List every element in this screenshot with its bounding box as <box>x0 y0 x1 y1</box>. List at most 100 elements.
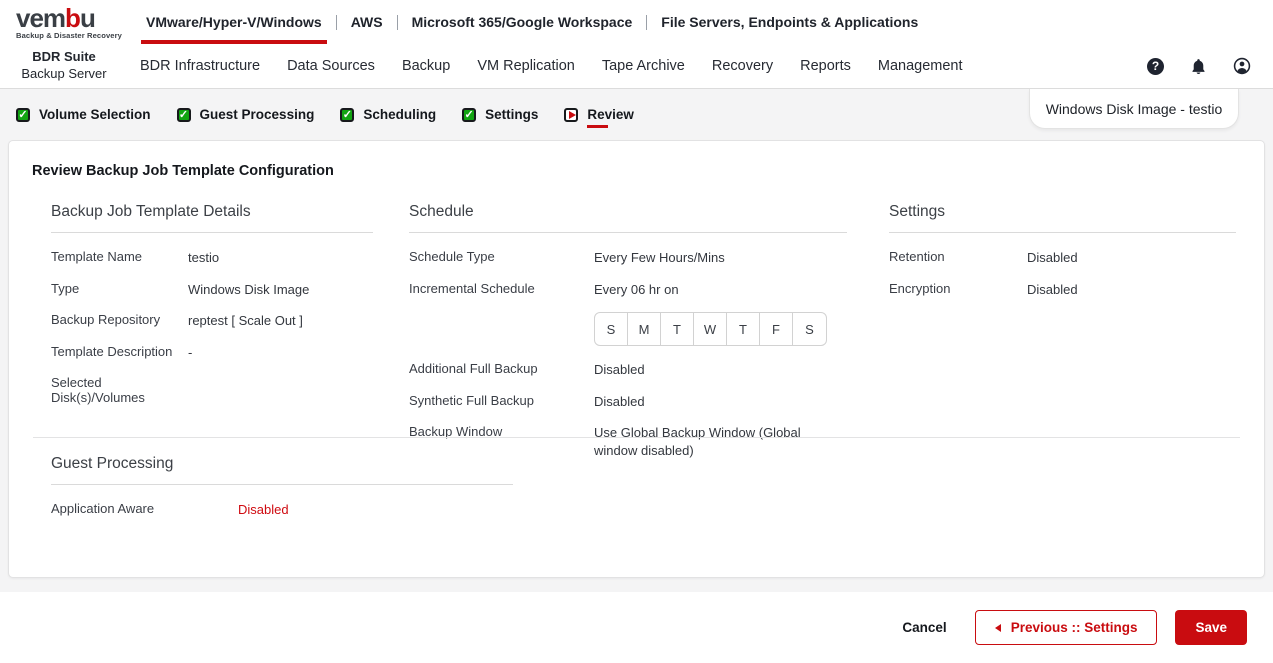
top-header: vembu Backup & Disaster Recovery VMware/… <box>0 0 1273 44</box>
product-category-nav: VMware/Hyper-V/Windows AWS Microsoft 365… <box>141 0 918 44</box>
detail-row-type: Type Windows Disk Image <box>51 281 373 299</box>
logo-tagline: Backup & Disaster Recovery <box>16 30 123 40</box>
step-scheduling[interactable]: Scheduling <box>340 107 436 122</box>
section-heading: Guest Processing <box>51 455 513 485</box>
content-band: Volume Selection Guest Processing Schedu… <box>0 89 1273 592</box>
field-label: Encryption <box>889 280 951 296</box>
field-value: Disabled <box>1027 250 1078 265</box>
review-columns: Backup Job Template Details Template Nam… <box>9 203 1264 458</box>
nav-bdr-infrastructure[interactable]: BDR Infrastructure <box>140 58 260 74</box>
day-friday: F <box>760 313 793 346</box>
field-value-disabled: Disabled <box>238 502 289 517</box>
logo-text: u <box>79 2 96 33</box>
guest-row-application-aware: Application Aware Disabled <box>51 501 513 519</box>
schedule-row-synthetic-full-backup: Synthetic Full Backup Disabled <box>409 393 847 411</box>
step-review[interactable]: Review <box>564 107 634 128</box>
day-sunday: S <box>595 313 628 346</box>
step-volume-selection[interactable]: Volume Selection <box>16 107 151 122</box>
detail-row-selected-disks-volumes: Selected Disk(s)/Volumes <box>51 375 373 405</box>
step-settings[interactable]: Settings <box>462 107 538 122</box>
field-label: Incremental Schedule <box>409 280 535 296</box>
section-schedule: Schedule Schedule Type Every Few Hours/M… <box>409 203 847 473</box>
step-guest-processing[interactable]: Guest Processing <box>176 107 314 122</box>
field-label: Type <box>51 280 80 296</box>
nav-tape-archive[interactable]: Tape Archive <box>602 58 685 74</box>
play-icon <box>564 107 579 122</box>
field-value: Windows Disk Image <box>188 281 310 297</box>
nav-vm-replication[interactable]: VM Replication <box>477 58 575 74</box>
settings-row-encryption: Encryption Disabled <box>889 281 1236 299</box>
detail-row-template-name: Template Name testio <box>51 249 373 267</box>
header-icons <box>1147 57 1251 75</box>
review-card: Review Backup Job Template Configuration… <box>8 140 1265 578</box>
field-label: Retention <box>889 249 945 264</box>
page-title: Review Backup Job Template Configuration <box>32 163 334 179</box>
top-nav-file-servers-endpoints-applications[interactable]: File Servers, Endpoints & Applications <box>661 0 918 44</box>
step-label: Review <box>587 107 634 128</box>
previous-settings-button[interactable]: Previous :: Settings <box>974 610 1158 645</box>
settings-row-retention: Retention Disabled <box>889 249 1236 267</box>
nav-backup[interactable]: Backup <box>402 58 450 74</box>
field-label: Template Name <box>51 249 143 264</box>
top-nav-vmware-hyperv-windows[interactable]: VMware/Hyper-V/Windows <box>141 0 327 44</box>
day-wednesday: W <box>694 313 727 346</box>
checkmark-icon <box>340 107 355 122</box>
schedule-row-type: Schedule Type Every Few Hours/Mins <box>409 249 847 267</box>
vembu-wordmark: vembu <box>16 5 134 31</box>
field-label: Backup Repository <box>51 312 161 328</box>
nav-separator <box>335 14 337 30</box>
field-value: Use Global Backup Window (Global window … <box>594 425 801 458</box>
nav-management[interactable]: Management <box>878 58 963 74</box>
footer-actions: Cancel Previous :: Settings Save <box>0 592 1273 663</box>
field-value: Disabled <box>1027 281 1078 297</box>
checkmark-icon <box>16 107 30 122</box>
section-settings: Settings Retention Disabled Encryption D… <box>889 203 1236 312</box>
nav-recovery[interactable]: Recovery <box>712 58 773 74</box>
previous-arrow-icon <box>994 623 1001 632</box>
notifications-bell-icon[interactable] <box>1190 58 1207 75</box>
step-label: Settings <box>485 107 539 122</box>
product-name[interactable]: BDR Suite Backup Server <box>16 49 112 83</box>
field-value: Every Few Hours/Mins <box>594 250 725 265</box>
week-days-strip: S M T W T F S <box>594 312 827 347</box>
product-suite-label: BDR Suite <box>32 49 96 65</box>
checkmark-icon <box>176 107 191 122</box>
field-value: - <box>188 344 193 360</box>
field-label: Additional Full Backup <box>409 361 538 377</box>
schedule-row-additional-full-backup: Additional Full Backup Disabled <box>409 361 847 379</box>
day-saturday: S <box>805 321 814 337</box>
main-nav: BDR Infrastructure Data Sources Backup V… <box>140 58 963 74</box>
save-button[interactable]: Save <box>1175 610 1247 645</box>
field-value: Disabled <box>594 362 645 378</box>
nav-data-sources[interactable]: Data Sources <box>287 58 375 74</box>
vembu-logo[interactable]: vembu Backup & Disaster Recovery <box>16 5 134 40</box>
previous-button-label: Previous :: Settings <box>1010 620 1138 635</box>
field-value: testio <box>188 250 220 265</box>
section-heading: Backup Job Template Details <box>51 203 373 233</box>
field-value: reptest [ Scale Out ] <box>188 313 303 329</box>
field-label: Synthetic Full Backup <box>409 392 535 408</box>
day-monday: M <box>628 313 661 346</box>
section-heading: Settings <box>889 203 1236 233</box>
field-label: Template Description <box>51 343 173 359</box>
user-account-icon[interactable] <box>1233 57 1251 75</box>
wizard-steps: Volume Selection Guest Processing Schedu… <box>8 89 1265 140</box>
detail-row-backup-repository: Backup Repository reptest [ Scale Out ] <box>51 312 373 330</box>
job-tab-label: Windows Disk Image - testio <box>1045 100 1223 117</box>
page-root: vembu Backup & Disaster Recovery VMware/… <box>0 0 1273 663</box>
main-header: BDR Suite Backup Server BDR Infrastructu… <box>0 44 1273 89</box>
field-label: Selected Disk(s)/Volumes <box>51 375 145 406</box>
nav-reports[interactable]: Reports <box>800 58 851 74</box>
job-tab[interactable]: Windows Disk Image - testio <box>1029 89 1239 129</box>
top-nav-microsoft365-google-workspace[interactable]: Microsoft 365/Google Workspace <box>412 0 633 44</box>
step-label: Volume Selection <box>39 107 151 122</box>
help-icon[interactable] <box>1147 57 1164 75</box>
logo-text-accent: b <box>65 2 81 33</box>
schedule-row-incremental: Incremental Schedule Every 06 hr on <box>409 281 847 299</box>
top-nav-aws[interactable]: AWS <box>351 0 383 44</box>
field-label: Schedule Type <box>409 249 495 264</box>
cancel-button[interactable]: Cancel <box>902 620 946 635</box>
product-server-label: Backup Server <box>21 66 107 81</box>
logo-text: vem <box>16 2 66 33</box>
section-divider <box>33 437 1240 438</box>
